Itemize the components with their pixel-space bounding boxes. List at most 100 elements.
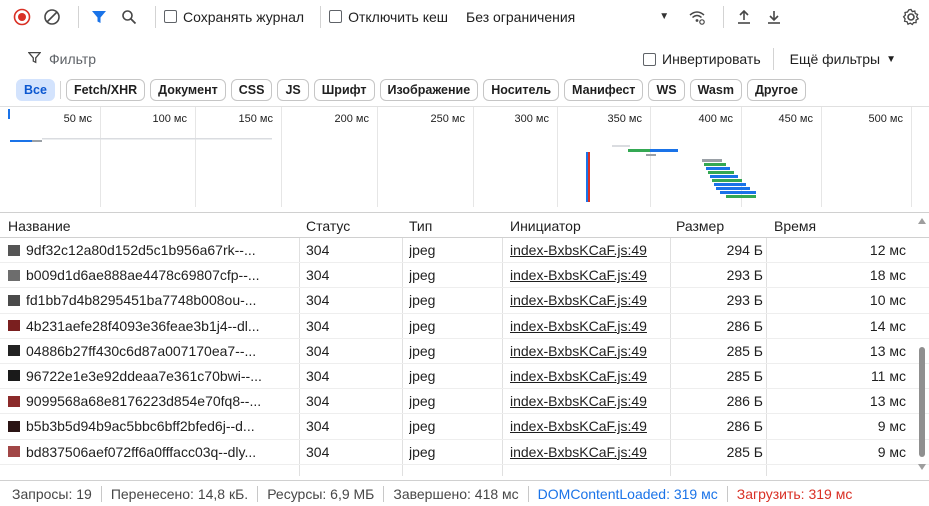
gear-icon[interactable] <box>899 5 923 29</box>
table-body: 9df32c12a80d152d5c1b956a67rk--... 304 jpeg… <box>0 238 929 465</box>
timeline-overview[interactable]: 50 мс 100 мс 150 мс 200 мс 250 мс 300 мс… <box>0 106 929 207</box>
chip-manifest[interactable]: Манифест <box>564 79 644 101</box>
table-row[interactable]: 9099568a68e8176223d854e70fq8--... 304 jpeg… <box>0 389 929 415</box>
header-status[interactable]: Статус <box>306 218 350 234</box>
filter-bar: Фильтр Инвертировать Ещё фильтры ▼ <box>0 44 929 74</box>
scroll-thumb[interactable] <box>919 347 925 457</box>
filter-input[interactable]: Фильтр <box>0 51 635 67</box>
more-filters-dropdown[interactable]: Ещё фильтры ▼ <box>772 48 897 70</box>
request-name-cell[interactable]: b009d1d6ae888ae4478c69807cfp--... <box>8 267 298 283</box>
table-row[interactable]: 4b231aefe28f4093e36feae3b1j4--dl... 304 jp… <box>0 314 929 339</box>
toolbar-divider <box>155 5 156 28</box>
request-name-cell[interactable]: b5b3b5d94b9ac5bbc6bff2bfed6j--d... <box>8 418 298 434</box>
size-cell: 286 Б <box>726 317 763 334</box>
record-stop-icon[interactable] <box>10 5 34 29</box>
initiator-link[interactable]: index-BxbsKCaF.js:49 <box>510 292 647 308</box>
type-cell: jpeg <box>409 443 436 460</box>
initiator-link[interactable]: index-BxbsKCaF.js:49 <box>510 318 647 334</box>
status-cell: 304 <box>306 317 330 334</box>
chip-fetch-xhr[interactable]: Fetch/XHR <box>65 79 146 101</box>
size-cell: 293 Б <box>726 292 763 309</box>
preserve-log-box[interactable] <box>164 10 177 23</box>
time-cell: 13 мс <box>869 342 906 359</box>
filter-placeholder: Фильтр <box>49 51 97 67</box>
image-thumbnail-icon <box>8 320 20 332</box>
chip-css[interactable]: CSS <box>230 79 273 101</box>
chip-all[interactable]: Все <box>16 79 55 101</box>
request-name: 4b231aefe28f4093e36feae3b1j4--dl... <box>26 317 260 334</box>
search-icon[interactable] <box>117 5 141 29</box>
chip-wasm[interactable]: Wasm <box>689 79 742 101</box>
header-time[interactable]: Время <box>774 218 816 234</box>
disable-cache-box[interactable] <box>329 10 343 23</box>
disable-cache-checkbox[interactable]: Отключить кеш <box>329 9 448 25</box>
time-cell: 9 мс <box>877 418 906 435</box>
chip-js[interactable]: JS <box>277 79 309 101</box>
chip-other[interactable]: Другое <box>746 79 806 101</box>
type-cell: jpeg <box>409 393 436 410</box>
table-row[interactable]: 9df32c12a80d152d5c1b956a67rk--... 304 jpeg… <box>0 238 929 264</box>
chip-ws[interactable]: WS <box>648 79 685 101</box>
initiator-link[interactable]: index-BxbsKCaF.js:49 <box>510 242 647 258</box>
chevron-down-icon: ▼ <box>886 53 897 65</box>
toolbar-divider <box>320 5 322 28</box>
status-divider <box>383 485 385 502</box>
initiator-link[interactable]: index-BxbsKCaF.js:49 <box>510 368 647 384</box>
status-cell: 304 <box>306 418 330 435</box>
throttling-select[interactable]: Без ограничения ▼ <box>466 9 669 25</box>
time-cell: 11 мс <box>870 367 906 384</box>
header-initiator[interactable]: Инициатор <box>510 218 581 234</box>
table-row[interactable]: b009d1d6ae888ae4478c69807cfp--... 304 jpeg… <box>0 263 929 289</box>
table-row[interactable]: 04886b27ff430c6d87a007170ea7--... 304 jpeg… <box>0 339 929 364</box>
scroll-up-arrow-icon[interactable] <box>918 218 926 224</box>
request-name-cell[interactable]: 9099568a68e8176223d854e70fq8--... <box>8 393 298 409</box>
header-type[interactable]: Тип <box>409 218 432 234</box>
request-name: bd837506aef072ff6a0fffacc03q--dly... <box>26 443 257 460</box>
initiator-link[interactable]: index-BxbsKCaF.js:49 <box>510 343 647 359</box>
table-row[interactable]: bd837506aef072ff6a0fffacc03q--dly... 304 j… <box>0 440 929 465</box>
initiator-link[interactable]: index-BxbsKCaF.js:49 <box>510 393 647 409</box>
download-icon[interactable] <box>762 5 786 29</box>
size-cell: 294 Б <box>726 242 763 258</box>
request-name-cell[interactable]: bd837506aef072ff6a0fffacc03q--dly... <box>8 444 298 460</box>
clear-icon[interactable] <box>40 5 64 29</box>
filter-icon[interactable] <box>87 5 111 29</box>
status-cell: 304 <box>306 367 330 384</box>
invert-box[interactable] <box>643 52 656 66</box>
chip-media[interactable]: Носитель <box>483 79 560 101</box>
request-name-cell[interactable]: 9df32c12a80d152d5c1b956a67rk--... <box>8 242 298 258</box>
dom-content-loaded-time: DOMContentLoaded: 319 мс <box>537 485 718 502</box>
table-row[interactable]: fd1bb7d4b8295451ba7748b008ou-... 304 jpeg i… <box>0 288 929 314</box>
chip-image[interactable]: Изображение <box>379 79 479 101</box>
request-name-cell[interactable]: 96722e1e3e92ddeaa7e361c70bwi--... <box>8 368 298 384</box>
resource-type-filters: Все Fetch/XHR Документ CSS JS Шрифт Изоб… <box>0 78 929 102</box>
invert-checkbox[interactable]: Инвертировать <box>643 51 761 67</box>
chip-document[interactable]: Документ <box>150 79 226 101</box>
time-cell: 10 мс <box>869 292 906 309</box>
initiator-link[interactable]: index-BxbsKCaF.js:49 <box>510 444 647 460</box>
request-name-cell[interactable]: 4b231aefe28f4093e36feae3b1j4--dl... <box>8 318 298 334</box>
time-cell: 14 мс <box>869 317 906 334</box>
size-cell: 286 Б <box>726 393 763 410</box>
main-toolbar: Сохранять журнал Отключить кеш Без огран… <box>0 0 929 33</box>
invert-label: Инвертировать <box>662 51 761 67</box>
table-row[interactable]: b5b3b5d94b9ac5bbc6bff2bfed6j--d... 304 jpe… <box>0 414 929 440</box>
table-scrollbar[interactable] <box>915 212 929 476</box>
chip-divider <box>59 81 61 99</box>
request-name-cell[interactable]: fd1bb7d4b8295451ba7748b008ou-... <box>8 292 298 308</box>
initiator-link[interactable]: index-BxbsKCaF.js:49 <box>510 418 647 434</box>
wifi-settings-icon[interactable] <box>685 5 709 29</box>
table-row[interactable]: 96722e1e3e92ddeaa7e361c70bwi--... 304 jpeg… <box>0 364 929 390</box>
scroll-down-arrow-icon[interactable] <box>918 464 926 470</box>
preserve-log-checkbox[interactable]: Сохранять журнал <box>164 9 304 25</box>
chip-font[interactable]: Шрифт <box>313 79 375 101</box>
status-cell: 304 <box>306 443 330 460</box>
request-name-cell[interactable]: 04886b27ff430c6d87a007170ea7--... <box>8 343 298 359</box>
status-cell: 304 <box>306 242 330 258</box>
initiator-link[interactable]: index-BxbsKCaF.js:49 <box>510 267 647 283</box>
header-size[interactable]: Размер <box>676 218 724 234</box>
size-cell: 293 Б <box>726 267 763 284</box>
header-name[interactable]: Название <box>8 218 71 234</box>
upload-icon[interactable] <box>732 5 756 29</box>
finish-time: Завершено: 418 мс <box>393 485 519 502</box>
